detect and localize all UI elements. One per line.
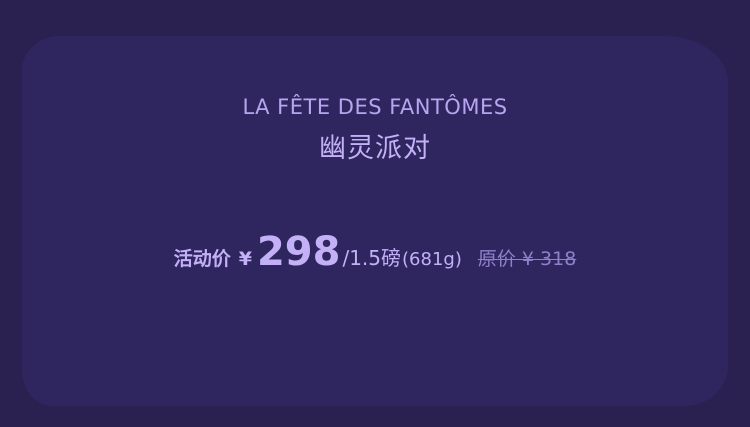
price-row: 活动价 ¥ 298 /1.5磅 (681g) 原价 ¥ 318: [0, 228, 750, 276]
currency-symbol: ¥: [238, 248, 252, 270]
price-unit: /1.5磅: [342, 246, 402, 270]
original-price: 原价 ¥ 318: [477, 248, 577, 270]
promo-price: 298: [256, 229, 341, 275]
promo-price-label: 活动价: [173, 248, 231, 270]
product-card: [22, 36, 728, 406]
event-title-cn: 幽灵派对: [319, 133, 431, 164]
event-title-en: LA FÊTE DES FANTÔMES: [242, 95, 508, 119]
price-weight: (681g): [402, 249, 462, 270]
